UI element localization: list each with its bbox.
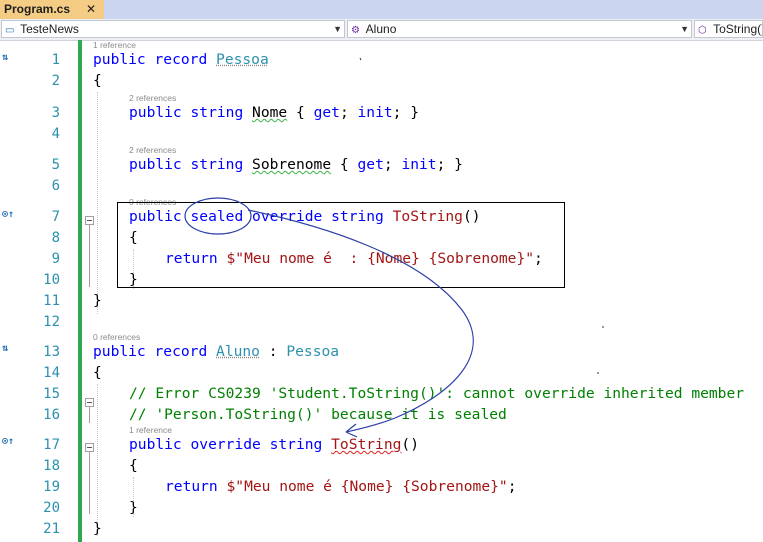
annotation-ink [184, 57, 604, 438]
sealed-highlight-ellipse [184, 197, 252, 235]
stray-mark [359, 57, 362, 61]
annotation-arrow-line [247, 209, 474, 433]
